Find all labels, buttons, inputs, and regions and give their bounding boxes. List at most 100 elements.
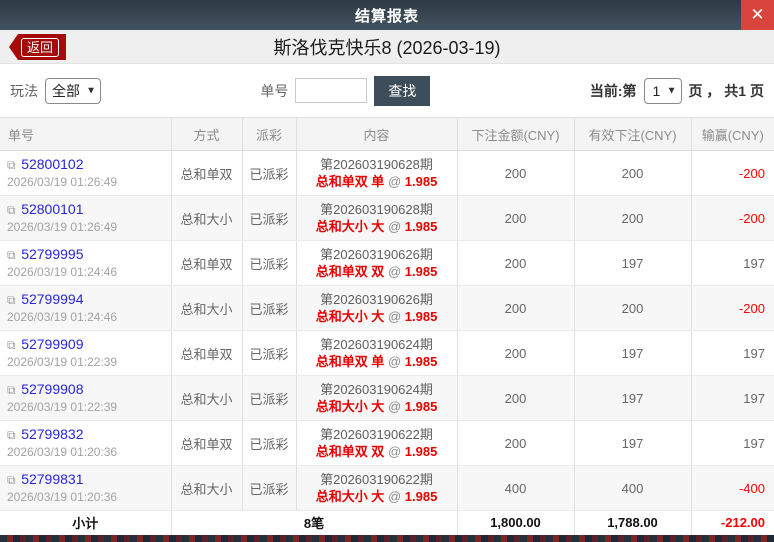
winloss-cell: 197 bbox=[691, 330, 774, 376]
valid-bet-cell: 197 bbox=[574, 330, 692, 376]
odds-value: 1.985 bbox=[404, 264, 438, 279]
copy-icon[interactable]: ⧉ bbox=[7, 203, 16, 217]
method-cell: 总和大小 bbox=[171, 375, 243, 421]
method-cell: 总和大小 bbox=[171, 285, 243, 331]
bet-amount-cell: 200 bbox=[457, 375, 575, 421]
page-select-wrap: 1 ▼ bbox=[643, 77, 682, 104]
order-datetime: 2026/03/19 01:26:49 bbox=[7, 220, 118, 234]
back-button-label: 返回 bbox=[21, 37, 60, 57]
table-row: ⧉ 52799995 2026/03/19 01:24:46 总和单双 已派彩 … bbox=[0, 240, 774, 286]
payout-status-cell: 已派彩 bbox=[242, 240, 297, 286]
at-symbol: @ bbox=[387, 264, 402, 279]
table-body: ⧉ 52800102 2026/03/19 01:26:49 总和单双 已派彩 … bbox=[0, 150, 774, 511]
period-text: 第202603190626期 bbox=[320, 292, 433, 307]
at-symbol: @ bbox=[387, 489, 402, 504]
bet-amount-cell: 200 bbox=[457, 420, 575, 466]
copy-icon[interactable]: ⧉ bbox=[7, 473, 16, 487]
at-symbol: @ bbox=[387, 354, 402, 369]
table-row: ⧉ 52800101 2026/03/19 01:26:49 总和大小 已派彩 … bbox=[0, 195, 774, 241]
page-select[interactable]: 1 bbox=[643, 77, 682, 104]
subtotal-valid-bet: 1,788.00 bbox=[574, 510, 692, 535]
order-no-link[interactable]: 52800102 bbox=[21, 156, 83, 172]
at-symbol: @ bbox=[387, 309, 402, 324]
table-row: ⧉ 52799908 2026/03/19 01:22:39 总和大小 已派彩 … bbox=[0, 375, 774, 421]
order-no-link[interactable]: 52799831 bbox=[21, 471, 83, 487]
odds-value: 1.985 bbox=[404, 174, 438, 189]
bet-content: 总和大小 大 @ 1.985 bbox=[315, 219, 438, 234]
bet-content: 总和大小 大 @ 1.985 bbox=[315, 489, 438, 504]
order-no-link[interactable]: 52800101 bbox=[21, 201, 83, 217]
copy-icon[interactable]: ⧉ bbox=[7, 428, 16, 442]
winloss-cell: 197 bbox=[691, 375, 774, 421]
payout-status-cell: 已派彩 bbox=[242, 150, 297, 196]
method-cell: 总和单双 bbox=[171, 330, 243, 376]
bet-amount-cell: 200 bbox=[457, 150, 575, 196]
period-text: 第202603190626期 bbox=[320, 247, 433, 262]
odds-value: 1.985 bbox=[404, 309, 438, 324]
odds-value: 1.985 bbox=[404, 399, 438, 414]
subtotal-count: 8笔 bbox=[171, 510, 458, 535]
back-button[interactable]: 返回 bbox=[8, 34, 67, 60]
settlement-table: 单号 方式 派彩 内容 下注金额(CNY) 有效下注(CNY) 输赢(CNY) … bbox=[0, 117, 774, 535]
col-header-valid-bet: 有效下注(CNY) bbox=[574, 117, 692, 151]
table-row: ⧉ 52799832 2026/03/19 01:20:36 总和单双 已派彩 … bbox=[0, 420, 774, 466]
bet-amount-cell: 200 bbox=[457, 195, 575, 241]
table-row: ⧉ 52799831 2026/03/19 01:20:36 总和大小 已派彩 … bbox=[0, 465, 774, 511]
order-datetime: 2026/03/19 01:20:36 bbox=[7, 490, 118, 504]
copy-icon[interactable]: ⧉ bbox=[7, 383, 16, 397]
valid-bet-cell: 197 bbox=[574, 420, 692, 466]
order-datetime: 2026/03/19 01:24:46 bbox=[7, 265, 118, 279]
valid-bet-cell: 200 bbox=[574, 285, 692, 331]
order-search-group: 单号 查找 bbox=[101, 75, 590, 106]
order-no-link[interactable]: 52799994 bbox=[21, 291, 83, 307]
order-no-input[interactable] bbox=[295, 78, 368, 103]
bet-content: 总和单双 单 @ 1.985 bbox=[315, 174, 438, 189]
copy-icon[interactable]: ⧉ bbox=[7, 293, 16, 307]
period-text: 第202603190628期 bbox=[320, 157, 433, 172]
order-no-link[interactable]: 52799908 bbox=[21, 381, 83, 397]
playtype-select[interactable]: 全部 bbox=[45, 77, 101, 104]
bet-amount-cell: 400 bbox=[457, 465, 575, 511]
col-header-bet-amount: 下注金额(CNY) bbox=[457, 117, 575, 151]
period-text: 第202603190622期 bbox=[320, 427, 433, 442]
bet-amount-cell: 200 bbox=[457, 240, 575, 286]
payout-status-cell: 已派彩 bbox=[242, 465, 297, 511]
at-symbol: @ bbox=[387, 174, 402, 189]
odds-value: 1.985 bbox=[404, 444, 438, 459]
table-header-row: 单号 方式 派彩 内容 下注金额(CNY) 有效下注(CNY) 输赢(CNY) bbox=[0, 117, 774, 151]
order-no-link[interactable]: 52799909 bbox=[21, 336, 83, 352]
copy-icon[interactable]: ⧉ bbox=[7, 158, 16, 172]
playtype-label: 玩法 bbox=[10, 82, 38, 99]
search-button[interactable]: 查找 bbox=[374, 75, 431, 106]
col-header-payout: 派彩 bbox=[242, 117, 297, 151]
filter-bar: 玩法 全部 ▼ 单号 查找 当前:第 1 ▼ 页 ， 共1 页 bbox=[0, 64, 774, 117]
copy-icon[interactable]: ⧉ bbox=[7, 338, 16, 352]
subtotal-bet-amount: 1,800.00 bbox=[457, 510, 575, 535]
modal-title: 结算报表 bbox=[354, 7, 419, 25]
method-cell: 总和大小 bbox=[171, 195, 243, 241]
at-symbol: @ bbox=[387, 444, 402, 459]
odds-value: 1.985 bbox=[404, 354, 438, 369]
close-icon[interactable]: ✕ bbox=[741, 0, 774, 30]
pagination: 当前:第 1 ▼ 页 ， 共1 页 bbox=[590, 77, 764, 104]
method-cell: 总和单双 bbox=[171, 420, 243, 466]
method-cell: 总和大小 bbox=[171, 465, 243, 511]
period-text: 第202603190628期 bbox=[320, 202, 433, 217]
table-row: ⧉ 52799909 2026/03/19 01:22:39 总和单双 已派彩 … bbox=[0, 330, 774, 376]
bet-content: 总和单双 双 @ 1.985 bbox=[315, 264, 438, 279]
payout-status-cell: 已派彩 bbox=[242, 330, 297, 376]
order-datetime: 2026/03/19 01:24:46 bbox=[7, 310, 118, 324]
valid-bet-cell: 200 bbox=[574, 195, 692, 241]
col-header-method: 方式 bbox=[171, 117, 243, 151]
at-symbol: @ bbox=[387, 219, 402, 234]
order-no-link[interactable]: 52799995 bbox=[21, 246, 83, 262]
at-symbol: @ bbox=[387, 399, 402, 414]
order-no-link[interactable]: 52799832 bbox=[21, 426, 83, 442]
payout-status-cell: 已派彩 bbox=[242, 420, 297, 466]
winloss-cell: -200 bbox=[691, 150, 774, 196]
winloss-cell: 197 bbox=[691, 240, 774, 286]
valid-bet-cell: 400 bbox=[574, 465, 692, 511]
method-cell: 总和单双 bbox=[171, 150, 243, 196]
table-row: ⧉ 52799994 2026/03/19 01:24:46 总和大小 已派彩 … bbox=[0, 285, 774, 331]
copy-icon[interactable]: ⧉ bbox=[7, 248, 16, 262]
